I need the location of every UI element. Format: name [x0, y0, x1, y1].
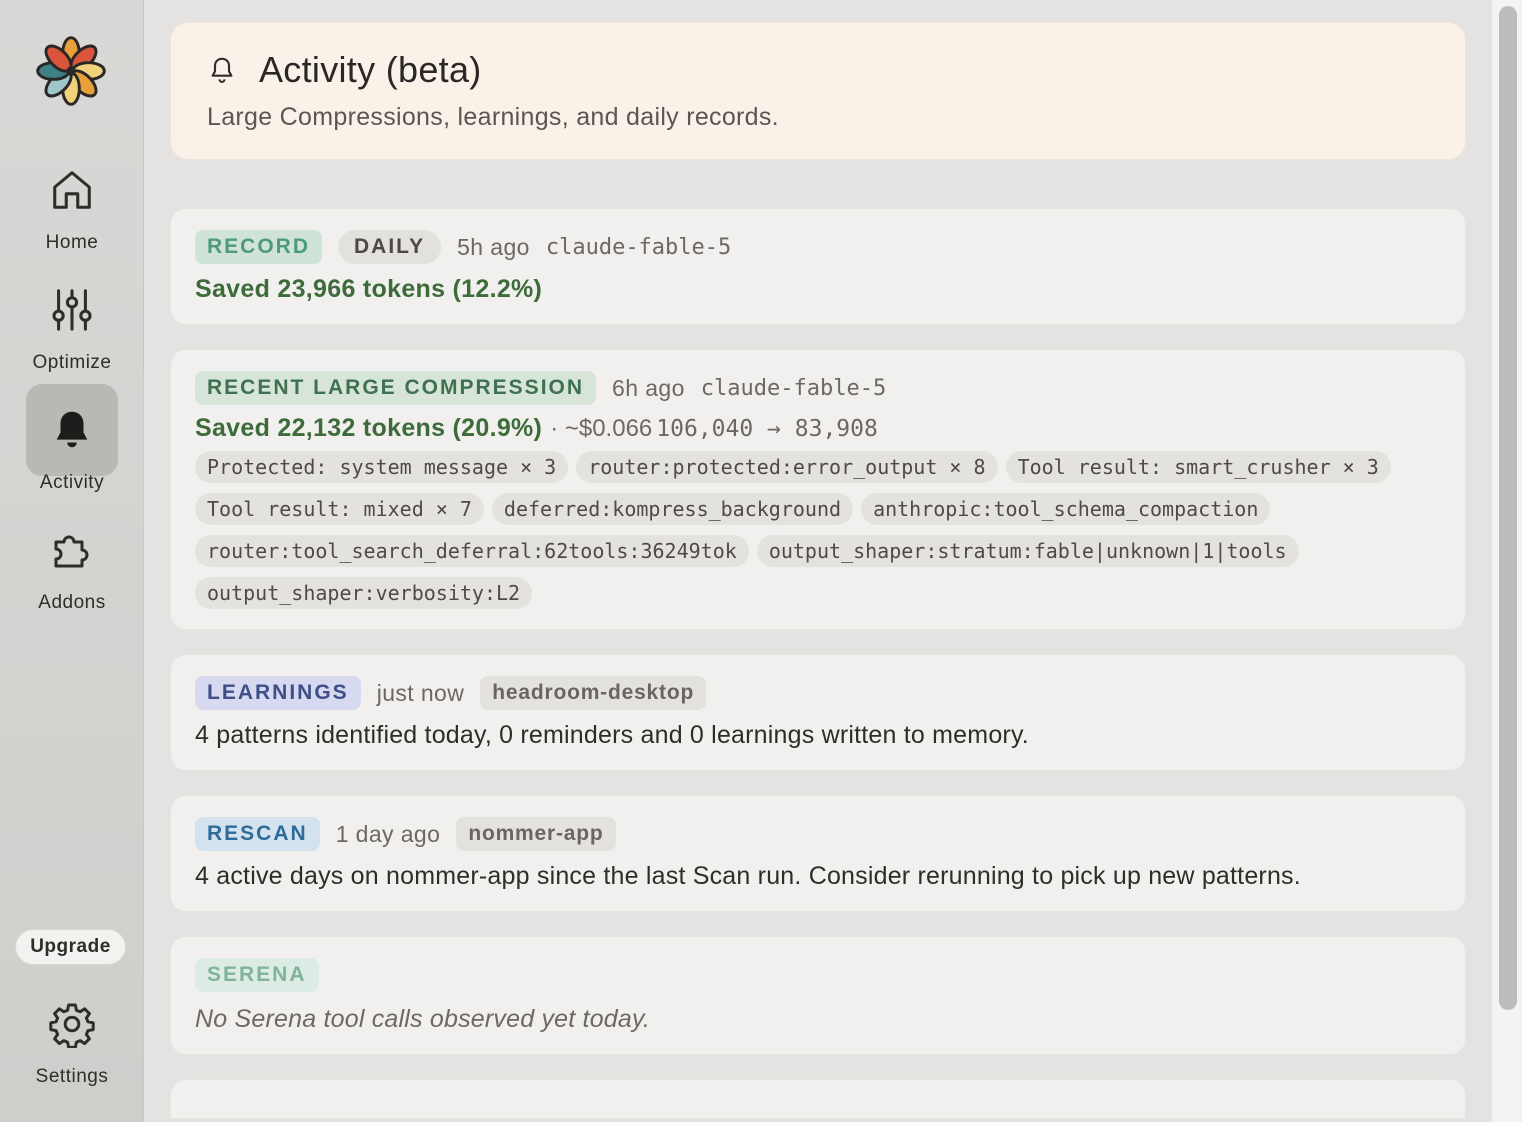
transform-chip: router:tool_search_deferral:62tools:3624…	[195, 535, 749, 567]
flower-logo-icon	[36, 36, 106, 106]
model-name: claude-fable-5	[700, 375, 887, 401]
saved-tokens: Saved 22,132 tokens (20.9%)	[195, 414, 543, 442]
sidebar-item-addons[interactable]: Addons	[0, 504, 144, 614]
sidebar-item-label: Activity	[39, 472, 105, 493]
transform-chip: deferred:kompress_background	[491, 493, 854, 525]
transform-chip: Protected: system message × 3	[195, 451, 569, 483]
page-header: Activity (beta) Large Compressions, lear…	[170, 22, 1466, 160]
transform-chip: anthropic:tool_schema_compaction	[861, 493, 1271, 525]
project-pill: nommer-app	[456, 817, 616, 851]
compression-card: RECENT LARGE COMPRESSION 6h ago claude-f…	[170, 349, 1466, 630]
home-icon	[53, 171, 91, 209]
sidebar: Home Optimize Activity Addons Upgrade Se…	[0, 0, 144, 1122]
serena-badge: SERENA	[195, 958, 319, 992]
transform-chip: output_shaper:verbosity:L2	[195, 577, 533, 609]
page-subtitle: Large Compressions, learnings, and daily…	[207, 103, 779, 131]
sidebar-item-label: Addons	[38, 592, 106, 613]
serena-text: No Serena tool calls observed yet today.	[195, 1005, 651, 1033]
transform-chip: Tool result: mixed × 7	[195, 493, 484, 525]
activity-feed: Activity (beta) Large Compressions, lear…	[170, 22, 1466, 1119]
serena-card: SERENA No Serena tool calls observed yet…	[170, 936, 1466, 1055]
bell-outline-icon	[211, 57, 233, 83]
sidebar-item-activity[interactable]: Activity	[0, 384, 144, 494]
token-change: 106,040 → 83,908	[656, 416, 878, 442]
project-pill: headroom-desktop	[480, 676, 707, 710]
sidebar-item-settings[interactable]: Settings	[0, 978, 144, 1088]
timestamp: 6h ago	[612, 374, 685, 401]
app-window: Home Optimize Activity Addons Upgrade Se…	[0, 0, 1522, 1122]
record-card: RECORD DAILY 5h ago claude-fable-5 Saved…	[170, 208, 1466, 325]
saved-tokens: Saved 23,966 tokens (12.2%)	[195, 275, 543, 303]
gear-icon	[49, 1003, 95, 1048]
timestamp: 1 day ago	[335, 820, 441, 847]
sidebar-item-label: Home	[45, 232, 99, 253]
daily-badge: DAILY	[338, 230, 442, 264]
model-name: claude-fable-5	[545, 234, 732, 260]
sidebar-item-label: Settings	[35, 1066, 109, 1087]
page-title: Activity (beta)	[259, 49, 482, 90]
upgrade-button[interactable]: Upgrade	[15, 929, 126, 965]
compression-badge: RECENT LARGE COMPRESSION	[195, 371, 597, 405]
transform-chip: Tool result: smart_crusher × 3	[1005, 451, 1391, 483]
next-card	[170, 1079, 1466, 1119]
cost-estimate: · ~$0.066	[550, 415, 653, 442]
sidebar-item-optimize[interactable]: Optimize	[0, 264, 144, 374]
transform-chips: Protected: system message × 3 router:pro…	[195, 451, 1395, 609]
learnings-card: LEARNINGS just now headroom-desktop 4 pa…	[170, 654, 1466, 771]
timestamp: just now	[376, 679, 465, 706]
scrollbar-thumb[interactable]	[1499, 6, 1517, 1010]
sliders-icon	[52, 289, 92, 331]
learnings-text: 4 patterns identified today, 0 reminders…	[195, 721, 1029, 749]
rescan-text: 4 active days on nommer-app since the la…	[195, 862, 1301, 890]
bell-icon	[56, 411, 88, 448]
record-badge: RECORD	[195, 230, 323, 264]
sidebar-item-label: Optimize	[32, 352, 112, 373]
transform-chip: output_shaper:stratum:fable|unknown|1|to…	[756, 535, 1299, 567]
rescan-card: RESCAN 1 day ago nommer-app 4 active day…	[170, 795, 1466, 912]
rescan-badge: RESCAN	[195, 817, 320, 851]
timestamp: 5h ago	[457, 233, 530, 260]
sidebar-item-home[interactable]: Home	[0, 144, 144, 254]
puzzle-icon	[54, 535, 89, 568]
learnings-badge: LEARNINGS	[195, 676, 361, 710]
transform-chip: router:protected:error_output × 8	[576, 451, 998, 483]
